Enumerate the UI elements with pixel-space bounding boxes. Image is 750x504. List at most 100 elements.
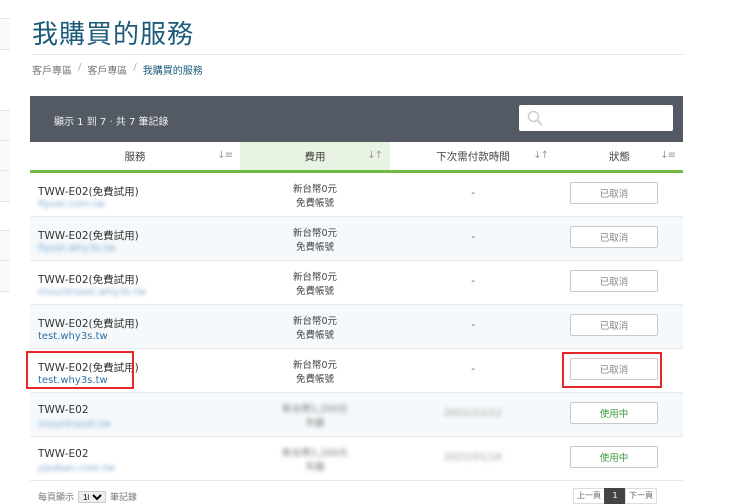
- status-cell: 已取消: [556, 173, 683, 216]
- due-date-cell: -: [471, 188, 475, 199]
- due-date-cell: -: [471, 232, 475, 243]
- left-rail-segment: [0, 110, 10, 142]
- search-box[interactable]: [519, 105, 673, 131]
- table-row[interactable]: TWW-E02(免費試用) mountravel.why3s.tw 新台幣0元 …: [30, 261, 683, 305]
- service-domain[interactable]: flyvel.why3s.tw: [38, 243, 116, 254]
- page-title: 我購買的服務: [32, 20, 195, 50]
- due-date-cell: 2021/11/12: [444, 408, 502, 419]
- left-rail-segment: [0, 140, 10, 172]
- breadcrumb-current: 我購買的服務: [142, 66, 203, 77]
- fee-type: 年繳: [305, 418, 325, 429]
- pagination: 上一頁 1 下一頁: [573, 488, 657, 504]
- divider: [32, 54, 683, 55]
- breadcrumb-item[interactable]: 客戶專區: [32, 62, 72, 77]
- breadcrumb-separator: /: [133, 62, 137, 73]
- fee-type: 免費帳號: [295, 242, 334, 253]
- table-row[interactable]: TWW-E02(免費試用) flyvel.com.tw 新台幣0元 免費帳號 -…: [30, 173, 683, 217]
- service-cell: TWW-E02(免費試用) test.why3s.tw: [26, 349, 240, 392]
- service-name[interactable]: TWW-E02: [38, 404, 89, 416]
- service-cell: TWW-E02(免費試用) flyvel.why3s.tw: [30, 217, 240, 260]
- column-header-service[interactable]: 服務 ↓≡: [30, 142, 240, 170]
- table-row[interactable]: TWW-E02 mountravel.tw 新台幣1,200元 年繳 2021/…: [30, 393, 683, 437]
- service-domain[interactable]: test.why3s.tw: [38, 331, 108, 342]
- fee-cell: 新台幣0元 免費帳號: [240, 261, 390, 304]
- status-button[interactable]: 已取消: [570, 314, 658, 336]
- fee-type: 免費帳號: [295, 286, 334, 297]
- column-header-label: 狀態: [609, 150, 630, 163]
- prev-page-button[interactable]: 上一頁: [573, 488, 605, 504]
- search-input[interactable]: [549, 105, 673, 131]
- service-cell: TWW-E02 mountravel.tw: [30, 393, 240, 436]
- service-name[interactable]: TWW-E02(免費試用): [38, 316, 139, 331]
- status-button[interactable]: 已取消: [570, 226, 658, 248]
- left-rail-segment: [0, 260, 10, 292]
- column-header-label: 費用: [304, 150, 326, 163]
- service-domain[interactable]: flyvel.com.tw: [38, 199, 105, 210]
- service-name[interactable]: TWW-E02(免費試用): [38, 184, 139, 199]
- table-row[interactable]: TWW-E02 yaoban.com.tw 新台幣1,200元 年繳 2022/…: [30, 437, 683, 481]
- due-date-cell: -: [471, 364, 475, 375]
- due-date-cell: 2022/01/16: [444, 452, 502, 463]
- services-table: 顯示 1 到 7 · 共 7 筆記錄 服務 ↓≡ 費用 ↓↑ 下次需付款時間 ↓…: [26, 96, 683, 481]
- status-button[interactable]: 使用中: [570, 402, 658, 424]
- fee-amount: 新台幣0元: [292, 184, 338, 195]
- table-row[interactable]: TWW-E02(免費試用) test.why3s.tw 新台幣0元 免費帳號 -…: [26, 349, 683, 393]
- due-date-cell: -: [471, 276, 475, 287]
- search-icon: [527, 110, 543, 126]
- fee-type: 免費帳號: [295, 330, 334, 341]
- status-cell: 使用中: [556, 393, 683, 436]
- sort-icon: ↓↑: [367, 150, 383, 161]
- service-domain[interactable]: mountravel.tw: [38, 419, 111, 430]
- left-rail-segment: [0, 18, 10, 50]
- left-rail-segment: [0, 230, 10, 262]
- fee-cell: 新台幣1,200元 年繳: [240, 437, 390, 480]
- breadcrumb-separator: /: [78, 62, 82, 73]
- column-header-due-date[interactable]: 下次需付款時間 ↓↑: [390, 142, 556, 170]
- table-header: 服務 ↓≡ 費用 ↓↑ 下次需付款時間 ↓↑ 狀態 ↓≡: [30, 142, 683, 173]
- column-header-label: 服務: [124, 150, 146, 163]
- highlight-box: [562, 352, 662, 388]
- fee-type: 年繳: [305, 462, 325, 473]
- fee-amount: 新台幣0元: [292, 316, 338, 327]
- service-domain[interactable]: mountravel.why3s.tw: [38, 287, 146, 298]
- fee-cell: 新台幣0元 免費帳號: [240, 217, 390, 260]
- per-page-control: 每頁顯示 10 筆記錄: [38, 490, 137, 503]
- status-button[interactable]: 已取消: [570, 270, 658, 292]
- fee-type: 免費帳號: [295, 374, 334, 385]
- table-toolbar: 顯示 1 到 7 · 共 7 筆記錄: [30, 96, 683, 142]
- sort-icon: ↓≡: [217, 150, 233, 161]
- table-row[interactable]: TWW-E02(免費試用) flyvel.why3s.tw 新台幣0元 免費帳號…: [30, 217, 683, 261]
- status-cell: 已取消: [556, 305, 683, 348]
- column-header-fee[interactable]: 費用 ↓↑: [240, 142, 390, 170]
- service-cell: TWW-E02 yaoban.com.tw: [30, 437, 240, 480]
- status-button[interactable]: 使用中: [570, 446, 658, 468]
- service-domain[interactable]: yaoban.com.tw: [38, 463, 115, 474]
- highlight-box: [26, 351, 134, 389]
- service-cell: TWW-E02(免費試用) test.why3s.tw: [30, 305, 240, 348]
- per-page-suffix: 筆記錄: [110, 493, 138, 503]
- fee-amount: 新台幣0元: [292, 228, 338, 239]
- per-page-select[interactable]: 10: [78, 490, 107, 503]
- column-header-status[interactable]: 狀態 ↓≡: [556, 142, 683, 170]
- sort-icon: ↓≡: [660, 150, 676, 161]
- status-cell: 已取消: [556, 261, 683, 304]
- fee-amount: 新台幣1,200元: [282, 448, 348, 459]
- fee-amount: 新台幣1,200元: [282, 404, 348, 415]
- service-name[interactable]: TWW-E02(免費試用): [38, 272, 139, 287]
- table-row[interactable]: TWW-E02(免費試用) test.why3s.tw 新台幣0元 免費帳號 -…: [30, 305, 683, 349]
- service-cell: TWW-E02(免費試用) mountravel.why3s.tw: [30, 261, 240, 304]
- left-rail: [0, 0, 10, 500]
- status-cell: 已取消: [556, 349, 683, 392]
- service-name[interactable]: TWW-E02(免費試用): [38, 228, 139, 243]
- fee-cell: 新台幣0元 免費帳號: [240, 349, 390, 392]
- status-button[interactable]: 已取消: [570, 182, 658, 204]
- page-number-button[interactable]: 1: [604, 488, 626, 504]
- next-page-button[interactable]: 下一頁: [625, 488, 657, 504]
- service-name[interactable]: TWW-E02: [38, 448, 89, 460]
- fee-amount: 新台幣0元: [292, 272, 338, 283]
- status-cell: 已取消: [556, 217, 683, 260]
- service-cell: TWW-E02(免費試用) flyvel.com.tw: [30, 173, 240, 216]
- breadcrumb: 客戶專區 / 客戶專區 / 我購買的服務: [32, 62, 203, 77]
- breadcrumb-item[interactable]: 客戶專區: [87, 62, 127, 77]
- sort-icon: ↓↑: [533, 150, 549, 161]
